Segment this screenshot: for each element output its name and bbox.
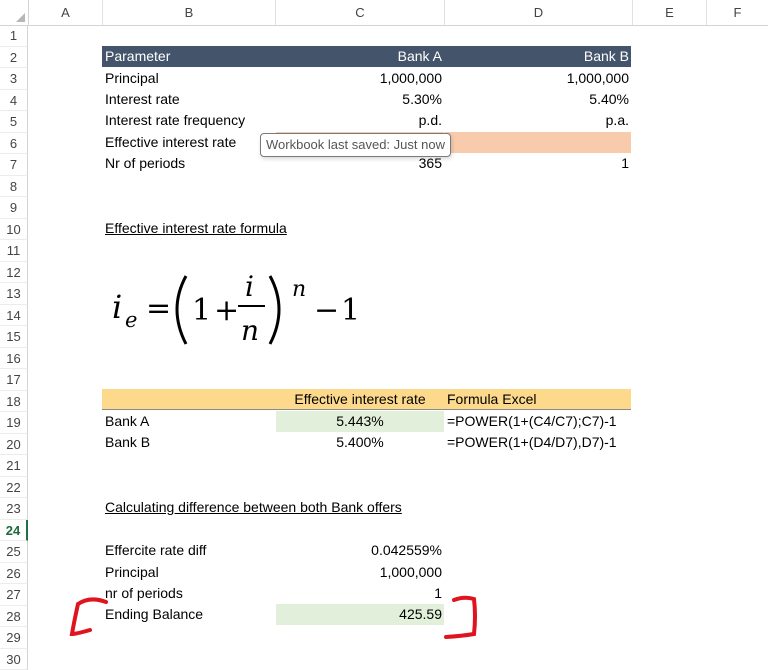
row-header-14[interactable]: 14 <box>0 305 28 327</box>
bank-a-formula-text[interactable]: =POWER(1+(C4/C7);C7)-1 <box>447 411 617 432</box>
params-header-parameter[interactable]: Parameter <box>105 46 170 67</box>
row-header-2[interactable]: 2 <box>0 47 28 69</box>
row-header-19[interactable]: 19 <box>0 412 28 434</box>
results-header-effective-rate[interactable]: Effective interest rate <box>276 389 444 410</box>
row-header-5[interactable]: 5 <box>0 111 28 133</box>
formula-one: 1 <box>192 293 211 328</box>
column-header-f[interactable]: F <box>707 0 768 25</box>
row-header-24[interactable]: 24 <box>0 520 28 542</box>
row-header-7[interactable]: 7 <box>0 154 28 176</box>
row-header-22[interactable]: 22 <box>0 477 28 499</box>
row-header-9[interactable]: 9 <box>0 197 28 219</box>
row-header-25[interactable]: 25 <box>0 541 28 563</box>
params-header-bank-a[interactable]: Bank A <box>276 46 442 67</box>
diff-label-periods[interactable]: nr of periods <box>105 583 183 604</box>
formula-equals: = <box>146 291 171 326</box>
row-header-28[interactable]: 28 <box>0 606 28 628</box>
row-header-6[interactable]: 6 <box>0 133 28 155</box>
formula-right-paren <box>270 276 279 344</box>
row-header-4[interactable]: 4 <box>0 90 28 112</box>
row-header-10[interactable]: 10 <box>0 219 28 241</box>
principal-bank-b[interactable]: 1,000,000 <box>445 68 629 89</box>
diff-label-principal[interactable]: Principal <box>105 562 159 583</box>
column-header-d[interactable]: D <box>445 0 633 25</box>
row-header-13[interactable]: 13 <box>0 283 28 305</box>
frequency-bank-b[interactable]: p.a. <box>445 110 629 131</box>
interest-rate-bank-a[interactable]: 5.30% <box>276 89 442 110</box>
select-all-corner[interactable] <box>0 0 29 25</box>
param-label-effective-rate[interactable]: Effective interest rate <box>105 132 236 153</box>
formula-exponent-n: n <box>292 277 306 302</box>
row-header-30[interactable]: 30 <box>0 649 28 670</box>
param-label-periods[interactable]: Nr of periods <box>105 153 185 174</box>
diff-label-ending-balance[interactable]: Ending Balance <box>105 604 203 625</box>
row-header-20[interactable]: 20 <box>0 434 28 456</box>
column-header-b[interactable]: B <box>103 0 276 25</box>
param-label-principal[interactable]: Principal <box>105 68 159 89</box>
results-label-bank-a[interactable]: Bank A <box>105 411 149 432</box>
param-label-interest-rate[interactable]: Interest rate <box>105 89 180 110</box>
row-header-16[interactable]: 16 <box>0 348 28 370</box>
row-header-26[interactable]: 26 <box>0 563 28 585</box>
left-red-bracket-annotation <box>60 592 110 642</box>
params-header-bank-b[interactable]: Bank B <box>445 46 629 67</box>
principal-bank-a[interactable]: 1,000,000 <box>276 68 442 89</box>
row-header-8[interactable]: 8 <box>0 176 28 198</box>
column-header-e[interactable]: E <box>633 0 707 25</box>
diff-value-principal[interactable]: 1,000,000 <box>276 562 442 583</box>
row-header-21[interactable]: 21 <box>0 455 28 477</box>
row-header-23[interactable]: 23 <box>0 498 28 520</box>
formula-numerator-i: i <box>245 270 254 303</box>
row-header-18[interactable]: 18 <box>0 391 28 413</box>
frequency-bank-a[interactable]: p.d. <box>276 110 442 131</box>
row-header-3[interactable]: 3 <box>0 68 28 90</box>
diff-value-ending-balance[interactable]: 425.59 <box>276 604 442 625</box>
diff-value-rate-diff[interactable]: 0.042559% <box>276 540 442 561</box>
bank-b-formula-text[interactable]: =POWER(1+(D4/D7),D7)-1 <box>447 432 617 453</box>
row-header-27[interactable]: 27 <box>0 584 28 606</box>
bank-a-effective-rate[interactable]: 5.443% <box>276 411 444 432</box>
row-header-17[interactable]: 17 <box>0 369 28 391</box>
bank-b-effective-rate[interactable]: 5.400% <box>276 432 444 453</box>
formula-e-subscript: e <box>125 308 137 332</box>
formula-minus: − <box>314 293 339 328</box>
interest-rate-bank-b[interactable]: 5.40% <box>445 89 629 110</box>
diff-value-periods[interactable]: 1 <box>276 583 442 604</box>
row-header-12[interactable]: 12 <box>0 262 28 284</box>
save-status-tooltip: Workbook last saved: Just now <box>260 133 451 157</box>
formula-section-title[interactable]: Effective interest rate formula <box>105 218 287 239</box>
column-header-a[interactable]: A <box>29 0 103 25</box>
column-header-bar: A B C D E F <box>0 0 768 26</box>
column-header-c[interactable]: C <box>276 0 445 25</box>
row-header-1[interactable]: 1 <box>0 25 28 47</box>
effective-rate-bank-b <box>445 132 629 153</box>
difference-section-title[interactable]: Calculating difference between both Bank… <box>105 497 402 518</box>
formula-left-paren <box>177 276 186 344</box>
row-header-29[interactable]: 29 <box>0 627 28 649</box>
diff-label-rate-diff[interactable]: Effercite rate diff <box>105 540 206 561</box>
formula-plus: + <box>214 293 239 328</box>
results-header-formula-excel[interactable]: Formula Excel <box>447 389 536 410</box>
effective-rate-formula-image: i e = 1 + i n n − 1 <box>112 262 372 362</box>
param-label-frequency[interactable]: Interest rate frequency <box>105 110 245 131</box>
results-label-bank-b[interactable]: Bank B <box>105 432 150 453</box>
row-header-11[interactable]: 11 <box>0 240 28 262</box>
select-all-triangle-icon <box>16 13 25 22</box>
right-red-bracket-annotation <box>438 590 488 642</box>
formula-denominator-n: n <box>241 314 259 347</box>
formula-i-symbol: i <box>112 288 122 326</box>
periods-bank-b[interactable]: 1 <box>445 153 629 174</box>
formula-minus-one: 1 <box>341 293 360 328</box>
row-header-15[interactable]: 15 <box>0 326 28 348</box>
